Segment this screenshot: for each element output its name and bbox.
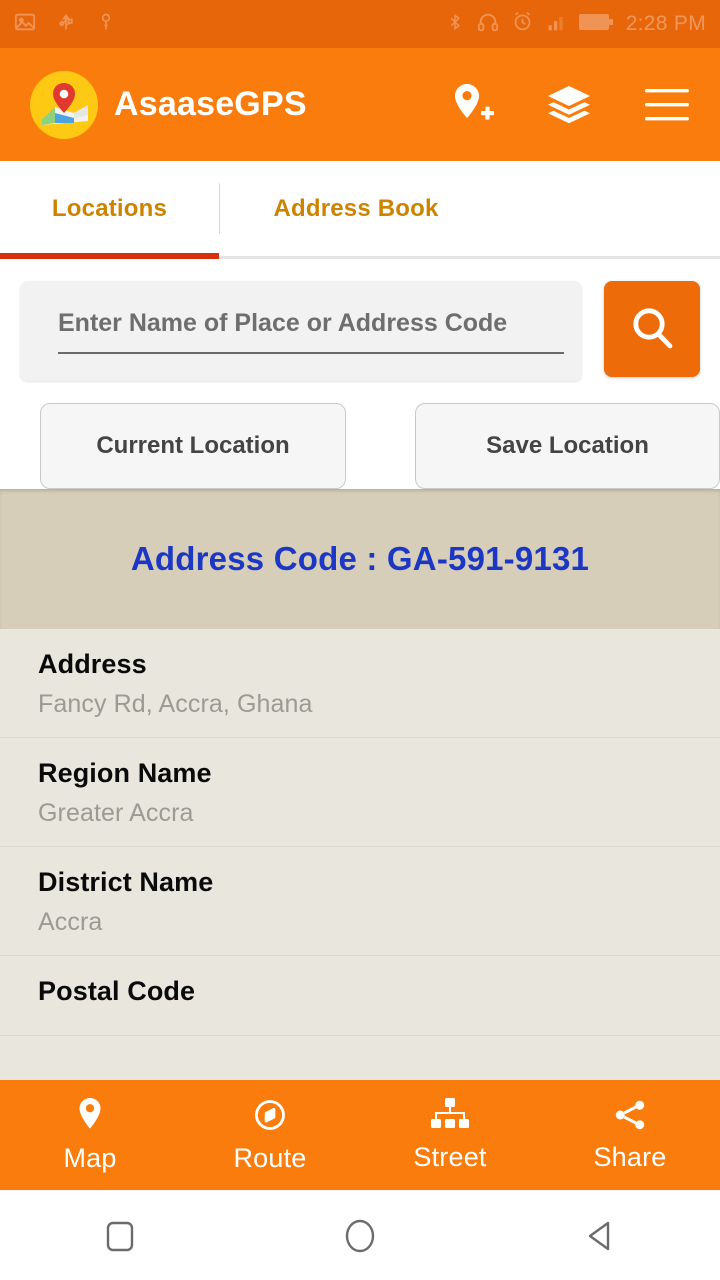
search-input-underline	[58, 351, 564, 354]
compass-icon	[252, 1096, 288, 1139]
location-buttons-row: Current Location Save Location	[20, 403, 720, 489]
bottom-action-bar: Map Route Street Share	[0, 1080, 720, 1190]
usb-icon	[56, 11, 76, 38]
bottom-item-share[interactable]: Share	[540, 1097, 720, 1173]
search-icon	[628, 304, 676, 355]
home-circle-icon[interactable]	[300, 1191, 420, 1280]
status-bar-right-icons: 2:28 PM	[446, 11, 706, 38]
status-bar-left-icons	[14, 11, 116, 38]
app-root: 2:28 PM AsaaseGPS Locations Address Book…	[0, 0, 720, 1280]
map-pin-logo-icon	[28, 69, 100, 141]
detail-value: Accra	[38, 908, 103, 936]
alarm-icon	[512, 11, 533, 37]
search-input[interactable]	[38, 308, 564, 352]
tab-locations[interactable]: Locations	[0, 161, 219, 256]
sitemap-icon	[430, 1097, 470, 1138]
signal-icon	[546, 12, 566, 37]
detail-label: Postal Code	[38, 976, 196, 1006]
back-triangle-icon[interactable]	[540, 1191, 660, 1280]
table-row: Address Fancy Rd, Accra, Ghana	[0, 629, 720, 738]
app-bar-actions	[450, 81, 700, 129]
bottom-item-share-label: Share	[593, 1142, 667, 1172]
bottom-item-street[interactable]: Street	[360, 1097, 540, 1173]
headphones-icon	[477, 11, 499, 38]
tab-locations-label: Locations	[51, 194, 168, 222]
bottom-item-street-label: Street	[413, 1142, 487, 1172]
key-icon	[96, 11, 116, 38]
app-bar: AsaaseGPS	[0, 48, 720, 161]
current-location-button[interactable]: Current Location	[40, 403, 346, 489]
page-title: AsaaseGPS	[114, 85, 307, 123]
detail-label: District Name	[38, 867, 214, 897]
layers-icon[interactable]	[546, 82, 592, 128]
detail-value: Greater Accra	[38, 799, 194, 827]
bottom-item-map-label: Map	[63, 1143, 117, 1173]
image-icon	[14, 11, 36, 38]
bottom-item-map[interactable]: Map	[0, 1096, 180, 1174]
status-bar-clock: 2:28 PM	[625, 12, 706, 35]
tab-address-book-label: Address Book	[273, 194, 439, 222]
address-code-banner: Address Code : GA-591-9131	[0, 489, 720, 629]
status-bar: 2:28 PM	[0, 0, 720, 48]
search-row	[20, 281, 700, 381]
tab-address-book[interactable]: Address Book	[220, 161, 492, 256]
search-section: Current Location Save Location	[0, 259, 720, 489]
battery-icon	[578, 13, 613, 36]
search-input-container[interactable]	[20, 281, 582, 381]
recents-square-icon[interactable]	[60, 1191, 180, 1280]
table-row: District Name Accra	[0, 847, 720, 956]
bottom-item-route-label: Route	[233, 1143, 307, 1173]
tab-active-indicator	[0, 253, 219, 259]
add-location-icon[interactable]	[450, 81, 494, 129]
detail-value: Fancy Rd, Accra, Ghana	[38, 690, 313, 718]
map-pin-icon	[73, 1096, 107, 1139]
search-button[interactable]	[604, 281, 700, 377]
detail-label: Region Name	[38, 758, 212, 788]
bluetooth-icon	[446, 11, 464, 38]
hamburger-menu-icon[interactable]	[644, 86, 690, 124]
android-nav-bar	[0, 1190, 720, 1280]
detail-label: Address	[38, 649, 147, 679]
table-row: Postal Code	[0, 956, 720, 1036]
tab-bar: Locations Address Book	[0, 161, 720, 259]
bottom-item-route[interactable]: Route	[180, 1096, 360, 1174]
address-code-text: Address Code : GA-591-9131	[130, 540, 590, 577]
share-nodes-icon	[611, 1097, 649, 1138]
table-row: Region Name Greater Accra	[0, 738, 720, 847]
save-location-button[interactable]: Save Location	[415, 403, 720, 489]
